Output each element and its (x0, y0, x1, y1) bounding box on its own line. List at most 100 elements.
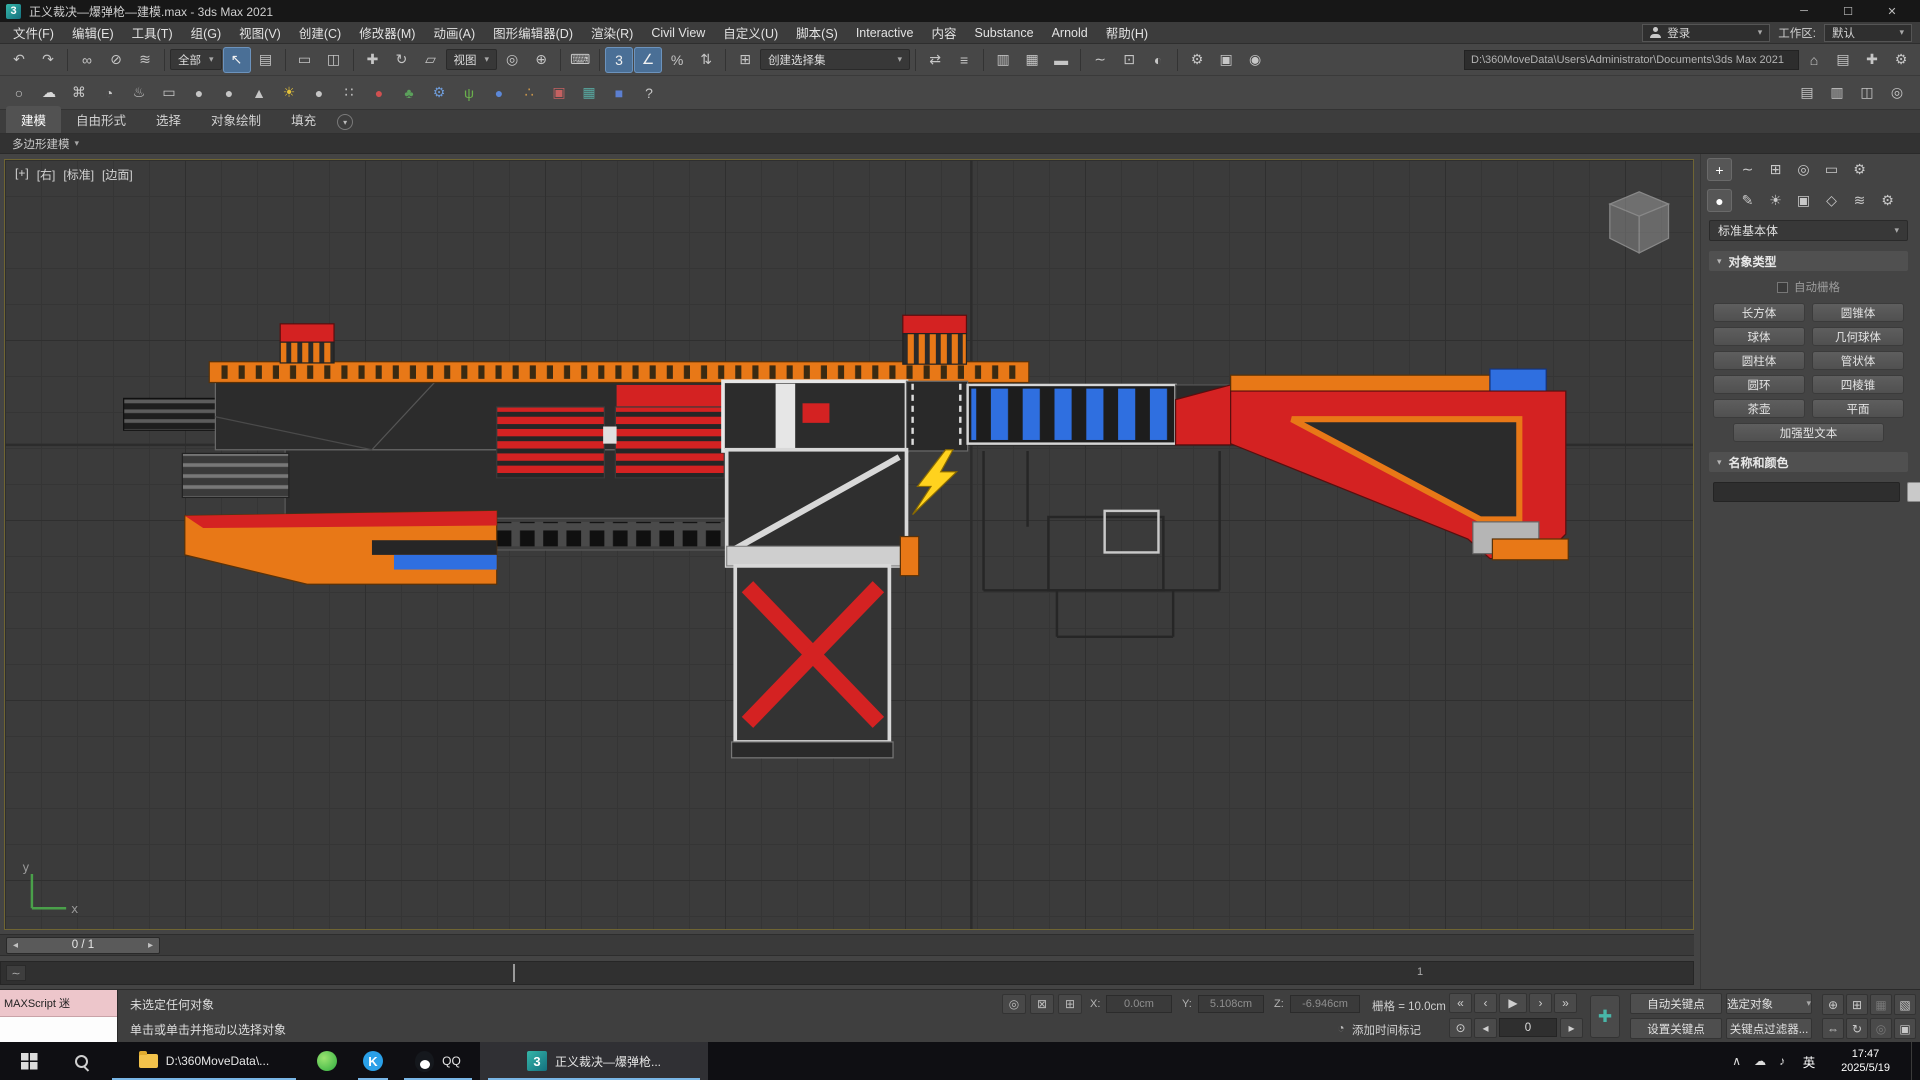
viewport-menu-pov[interactable]: [右] (37, 166, 56, 183)
rollout-name-color[interactable]: ▾ 名称和颜色 (1709, 452, 1908, 472)
track-bar-marker[interactable] (513, 964, 515, 982)
reference-coordinate-dropdown[interactable]: 视图 ▾ (446, 49, 498, 70)
bind-to-space-warp-icon[interactable]: ≋ (131, 47, 159, 73)
ribbon-tab-selection[interactable]: 选择 (141, 106, 196, 133)
sphere-blue-icon[interactable]: ● (485, 80, 513, 106)
menu-interactive[interactable]: Interactive (847, 22, 923, 43)
cylinder-button[interactable]: 圆柱体 (1713, 351, 1805, 370)
teapot-button[interactable]: 茶壶 (1713, 399, 1805, 418)
autogrid-checkbox[interactable] (1777, 282, 1788, 293)
cone-icon[interactable]: ▲ (245, 80, 273, 106)
maximize-button[interactable]: ☐ (1826, 0, 1870, 22)
keyboard-override-icon[interactable]: ⌨ (566, 47, 594, 73)
align-icon[interactable]: ≡ (950, 47, 978, 73)
shapes-category-icon[interactable]: ✎ (1735, 189, 1760, 212)
text-plus-button[interactable]: 加强型文本 (1733, 423, 1884, 442)
sphere-light-icon[interactable]: ● (305, 80, 333, 106)
geometry-category-icon[interactable]: ● (1707, 189, 1732, 212)
ribbon-tab-populate[interactable]: 填充 (276, 106, 331, 133)
render-setup-icon[interactable]: ⚙ (1183, 47, 1211, 73)
hierarchy-tab-icon[interactable]: ⊞ (1763, 158, 1788, 181)
set-key-button[interactable]: 设置关键点 (1630, 1018, 1722, 1039)
input-language-indicator[interactable]: 英 (1798, 1052, 1820, 1071)
select-by-name-icon[interactable]: ▤ (252, 47, 280, 73)
orbit-icon[interactable]: ↻ (1846, 1018, 1868, 1039)
go-to-start-icon[interactable]: « (1449, 993, 1472, 1013)
menu-views[interactable]: 视图(V) (230, 22, 290, 43)
layer-toggle-icon[interactable]: ▥ (1823, 80, 1851, 106)
key-filters-button[interactable]: 关键点过滤器... (1726, 1018, 1812, 1039)
viewport-menu-renderer[interactable]: [标准] (63, 166, 94, 183)
current-frame-field[interactable] (1499, 1018, 1557, 1037)
particles-icon[interactable]: ∴ (515, 80, 543, 106)
previous-frame-icon[interactable]: ‹ (1474, 993, 1497, 1013)
ribbon-tab-object-paint[interactable]: 对象绘制 (196, 106, 276, 133)
snaps-toggle-icon[interactable]: 3 (605, 47, 633, 73)
y-coordinate-field[interactable] (1198, 995, 1264, 1013)
absolute-mode-icon[interactable]: ⊞ (1058, 994, 1082, 1014)
ribbon-tab-freeform[interactable]: 自由形式 (61, 106, 141, 133)
zoom-region-icon[interactable]: ▧ (1894, 994, 1916, 1015)
previous-frame-icon[interactable]: ◂ (7, 940, 24, 951)
select-and-move-icon[interactable]: ✚ (359, 47, 387, 73)
redo-icon[interactable]: ↷ (34, 47, 62, 73)
frame-spin-up-icon[interactable]: ▸ (1560, 1018, 1583, 1038)
gear-icon[interactable]: ⚙ (425, 80, 453, 106)
cone-button[interactable]: 圆锥体 (1812, 303, 1904, 322)
zoom-all-icon[interactable]: ⊞ (1846, 994, 1868, 1015)
polygon-modeling-panel[interactable]: 多边形建模 (12, 136, 70, 152)
pan-icon[interactable]: ⇔ (1822, 1018, 1844, 1039)
geosphere-button[interactable]: 几何球体 (1812, 327, 1904, 346)
key-filter-scope-dropdown[interactable]: 选定对象 ▾ (1726, 993, 1812, 1014)
use-pivot-center-icon[interactable]: ◎ (498, 47, 526, 73)
systems-category-icon[interactable]: ⚙ (1875, 189, 1900, 212)
menu-edit[interactable]: 编辑(E) (63, 22, 123, 43)
maxscript-macro-line[interactable]: MAXScript 迷 (0, 990, 117, 1016)
window-crossing-icon[interactable]: ◫ (320, 47, 348, 73)
viewport-canvas[interactable]: y x (5, 160, 1693, 929)
pyramid-button[interactable]: 四棱锥 (1812, 375, 1904, 394)
select-and-link-icon[interactable]: ∞ (73, 47, 101, 73)
select-object-icon[interactable]: ↖ (223, 47, 251, 73)
settings-icon[interactable]: ⚙ (1887, 47, 1915, 73)
object-name-input[interactable] (1713, 482, 1900, 502)
primitive-category-dropdown[interactable]: 标准基本体 ▾ (1709, 220, 1908, 241)
viewport-menu-general[interactable]: [+] (15, 166, 29, 183)
display-tab-icon[interactable]: ▭ (1819, 158, 1844, 181)
select-and-scale-icon[interactable]: ▱ (417, 47, 445, 73)
plant-icon[interactable]: ψ (455, 80, 483, 106)
isolate-toggle-icon[interactable]: ◎ (1883, 80, 1911, 106)
menu-civil-view[interactable]: Civil View (642, 22, 714, 43)
workspace-dropdown[interactable]: 默认 ▾ (1824, 24, 1912, 42)
show-desktop-button[interactable] (1911, 1042, 1918, 1080)
taskbar-browser-item[interactable] (304, 1042, 350, 1080)
box-button[interactable]: 长方体 (1713, 303, 1805, 322)
menu-rendering[interactable]: 渲染(R) (582, 22, 642, 43)
zoom-extents-icon[interactable]: ▦ (1870, 994, 1892, 1015)
torus-button[interactable]: 圆环 (1713, 375, 1805, 394)
utilities-tab-icon[interactable]: ⚙ (1847, 158, 1872, 181)
clock-icon[interactable]: ◔ (95, 80, 123, 106)
menu-scripting[interactable]: 脚本(S) (787, 22, 847, 43)
menu-tools[interactable]: 工具(T) (123, 22, 182, 43)
menu-modifiers[interactable]: 修改器(M) (350, 22, 424, 43)
add-time-tag[interactable]: 添加时间标记 (1352, 1022, 1421, 1038)
camera-icon[interactable]: ▣ (545, 80, 573, 106)
tube-button[interactable]: 管状体 (1812, 351, 1904, 370)
z-coordinate-field[interactable] (1290, 995, 1360, 1013)
sphere-button[interactable]: 球体 (1713, 327, 1805, 346)
taskbar-k-app-item[interactable]: K (350, 1042, 396, 1080)
object-color-swatch[interactable] (1907, 482, 1920, 502)
selection-falloff-icon[interactable]: ○ (5, 80, 33, 106)
menu-file[interactable]: 文件(F) (4, 22, 63, 43)
time-slider[interactable]: ◂ 0 / 1 ▸ (0, 934, 1694, 956)
viewport-menu-shading[interactable]: [边面] (102, 166, 133, 183)
teapot-icon[interactable]: ♨ (125, 80, 153, 106)
menu-substance[interactable]: Substance (966, 22, 1043, 43)
maxscript-mini-listener[interactable]: MAXScript 迷 (0, 990, 118, 1042)
start-button[interactable] (0, 1042, 58, 1080)
menu-content[interactable]: 内容 (923, 22, 966, 43)
render-production-icon[interactable]: ◉ (1241, 47, 1269, 73)
selection-lock-icon[interactable]: ⊠ (1030, 994, 1054, 1014)
angle-snap-icon[interactable]: ∠ (634, 47, 662, 73)
